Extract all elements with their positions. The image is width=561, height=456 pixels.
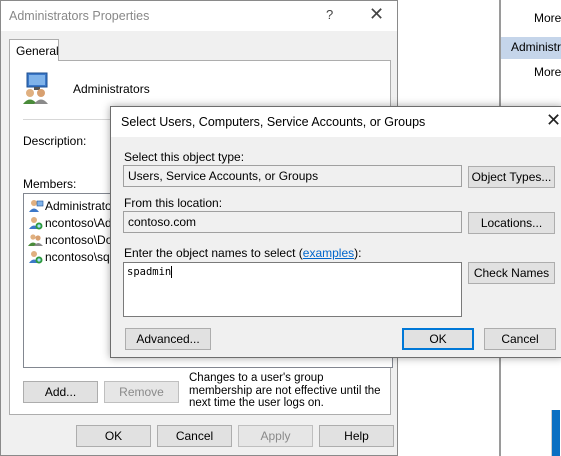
dialog-title: Select Users, Computers, Service Account… bbox=[121, 115, 426, 129]
more-link-2[interactable]: More bbox=[534, 65, 561, 79]
member-name: ncontoso\Dor bbox=[45, 233, 117, 247]
add-button[interactable]: Add... bbox=[23, 381, 98, 403]
domain-group-icon bbox=[28, 233, 44, 247]
object-type-field: Users, Service Accounts, or Groups bbox=[123, 165, 462, 187]
title-bar: Select Users, Computers, Service Account… bbox=[111, 107, 561, 137]
ok-button[interactable]: OK bbox=[76, 425, 151, 447]
check-names-button[interactable]: Check Names bbox=[468, 262, 555, 284]
description-label: Description: bbox=[23, 134, 87, 148]
advanced-button[interactable]: Advanced... bbox=[125, 328, 211, 350]
cancel-button[interactable]: Cancel bbox=[157, 425, 232, 447]
close-icon[interactable]: ✕ bbox=[546, 110, 561, 131]
list-item[interactable]: ncontoso\Dor bbox=[28, 232, 116, 248]
domain-user-icon bbox=[28, 216, 44, 230]
group-users-icon bbox=[23, 72, 48, 104]
help-icon[interactable]: ? bbox=[326, 7, 333, 22]
object-type-label: Select this object type: bbox=[124, 150, 245, 164]
background-header: Administrators bbox=[501, 37, 561, 59]
close-icon[interactable]: ✕ bbox=[369, 4, 384, 25]
location-label: From this location: bbox=[124, 196, 223, 210]
select-users-dialog: Select Users, Computers, Service Account… bbox=[110, 106, 561, 358]
locations-button[interactable]: Locations... bbox=[468, 212, 555, 234]
object-names-label: Enter the object names to select (exampl… bbox=[124, 246, 361, 260]
location-field: contoso.com bbox=[123, 211, 462, 233]
member-name: ncontoso\Adr bbox=[45, 216, 116, 230]
member-name: ncontoso\sqla bbox=[45, 250, 120, 264]
membership-note: Changes to a user's group membership are… bbox=[189, 372, 381, 409]
object-types-button[interactable]: Object Types... bbox=[468, 166, 555, 188]
more-link-1[interactable]: More bbox=[534, 11, 561, 25]
cancel-button[interactable]: Cancel bbox=[484, 328, 556, 350]
members-label: Members: bbox=[23, 177, 77, 191]
list-item[interactable]: Administrator bbox=[28, 198, 116, 214]
examples-link[interactable]: examples bbox=[303, 246, 354, 260]
apply-button[interactable]: Apply bbox=[238, 425, 313, 447]
list-item[interactable]: ncontoso\Adr bbox=[28, 215, 116, 231]
help-button[interactable]: Help bbox=[319, 425, 394, 447]
ok-button[interactable]: OK bbox=[402, 328, 474, 350]
member-name: Administrator bbox=[45, 199, 116, 213]
user-icon bbox=[28, 199, 44, 213]
object-names-label-suffix: ): bbox=[354, 246, 362, 260]
object-names-value: spadmin bbox=[127, 266, 172, 278]
background-panel bbox=[551, 410, 560, 456]
remove-button[interactable]: Remove bbox=[104, 381, 179, 403]
object-names-label-text: Enter the object names to select ( bbox=[124, 246, 303, 260]
title-bar: Administrators Properties ? ✕ bbox=[1, 1, 397, 31]
domain-user-icon bbox=[28, 250, 44, 264]
group-name: Administrators bbox=[73, 82, 150, 96]
dialog-title: Administrators Properties bbox=[9, 9, 150, 23]
tab-general[interactable]: General bbox=[9, 39, 59, 61]
list-item[interactable]: ncontoso\sqla bbox=[28, 249, 119, 265]
text-cursor bbox=[171, 266, 173, 278]
object-names-input[interactable]: spadmin bbox=[123, 262, 462, 317]
